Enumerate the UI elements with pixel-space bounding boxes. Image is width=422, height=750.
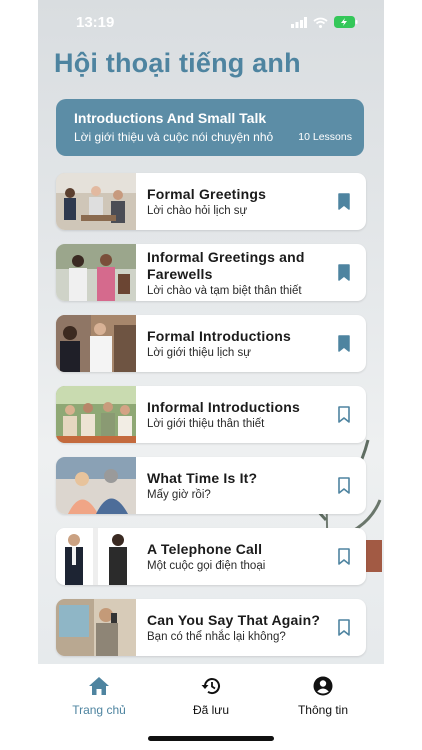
lesson-title: Formal Introductions bbox=[147, 328, 291, 344]
lesson-title: What Time Is It? bbox=[147, 470, 258, 486]
nav-home-label: Trang chủ bbox=[72, 703, 126, 717]
home-indicator bbox=[148, 736, 274, 741]
lesson-card[interactable]: Formal Introductions Lời giới thiệu lịch… bbox=[56, 315, 366, 372]
lesson-thumbnail bbox=[56, 457, 136, 514]
lesson-card[interactable]: A Telephone Call Một cuộc gọi điện thoại bbox=[56, 528, 366, 585]
bookmark-outline-icon[interactable] bbox=[338, 548, 350, 565]
lesson-thumbnail bbox=[56, 315, 136, 372]
lesson-card[interactable]: Informal Greetings and Farewells Lời chà… bbox=[56, 244, 366, 301]
status-bar: 13:19 bbox=[38, 0, 384, 44]
lesson-thumbnail bbox=[56, 244, 136, 301]
nav-saved-label: Đã lưu bbox=[192, 703, 230, 717]
bookmark-outline-icon[interactable] bbox=[338, 477, 350, 494]
lesson-title: Formal Greetings bbox=[147, 186, 267, 202]
lesson-subtitle: Lời giới thiệu thân thiết bbox=[147, 418, 265, 430]
status-time: 13:19 bbox=[76, 14, 115, 31]
lesson-subtitle: Lời chào và tạm biệt thân thiết bbox=[147, 284, 302, 297]
lesson-subtitle: Một cuộc gọi điện thoại bbox=[147, 560, 266, 572]
wifi-icon bbox=[313, 17, 328, 28]
account-icon bbox=[313, 676, 333, 696]
lesson-title: Can You Say That Again? bbox=[147, 612, 321, 628]
lesson-title: Informal Greetings and Farewells bbox=[147, 248, 305, 282]
category-title: Introductions And Small Talk bbox=[74, 110, 267, 126]
lesson-card[interactable]: What Time Is It? Mấy giờ rồi? bbox=[56, 457, 366, 514]
signal-icon bbox=[291, 16, 307, 28]
bookmark-filled-icon[interactable] bbox=[338, 264, 350, 281]
nav-saved[interactable]: Đã lưu bbox=[156, 676, 266, 717]
lesson-count: 10 Lessons bbox=[298, 131, 352, 143]
battery-icon bbox=[334, 16, 358, 28]
lesson-subtitle: Mấy giờ rồi? bbox=[147, 489, 211, 501]
nav-info[interactable]: Thông tin bbox=[268, 676, 378, 717]
bookmark-filled-icon[interactable] bbox=[338, 193, 350, 210]
lesson-card[interactable]: Can You Say That Again? Bạn có thể nhắc … bbox=[56, 599, 366, 656]
lesson-card[interactable]: Formal Greetings Lời chào hỏi lịch sự bbox=[56, 173, 366, 230]
history-icon bbox=[201, 678, 220, 695]
category-subtitle: Lời giới thiệu và cuộc nói chuyện nhỏ bbox=[74, 130, 274, 144]
lesson-card[interactable]: Informal Introductions Lời giới thiệu th… bbox=[56, 386, 366, 443]
lesson-thumbnail bbox=[56, 173, 136, 230]
lesson-thumbnail bbox=[56, 528, 136, 585]
category-banner[interactable]: Introductions And Small Talk Lời giới th… bbox=[56, 99, 364, 156]
lesson-title: A Telephone Call bbox=[147, 541, 263, 557]
home-icon bbox=[89, 677, 109, 695]
page-title: Hội thoại tiếng anh bbox=[54, 48, 301, 78]
bookmark-outline-icon[interactable] bbox=[338, 406, 350, 423]
nav-info-label: Thông tin bbox=[297, 703, 349, 717]
lesson-list: Formal Greetings Lời chào hỏi lịch sự In… bbox=[56, 173, 366, 670]
bookmark-filled-icon[interactable] bbox=[338, 335, 350, 352]
lesson-subtitle: Lời chào hỏi lịch sự bbox=[147, 205, 248, 217]
nav-home[interactable]: Trang chủ bbox=[44, 676, 154, 717]
lesson-thumbnail bbox=[56, 386, 136, 443]
lesson-subtitle: Lời giới thiệu lịch sự bbox=[147, 347, 251, 359]
bookmark-outline-icon[interactable] bbox=[338, 619, 350, 636]
lesson-subtitle: Bạn có thể nhắc lại không? bbox=[147, 631, 286, 643]
lesson-thumbnail bbox=[56, 599, 136, 656]
lesson-title: Informal Introductions bbox=[147, 399, 300, 415]
status-icons bbox=[291, 16, 358, 28]
bottom-navigation: Trang chủ Đã lưu Thông tin bbox=[38, 664, 384, 750]
app-screen: 13:19 Hội thoại tiếng anh Introductions … bbox=[38, 0, 384, 750]
